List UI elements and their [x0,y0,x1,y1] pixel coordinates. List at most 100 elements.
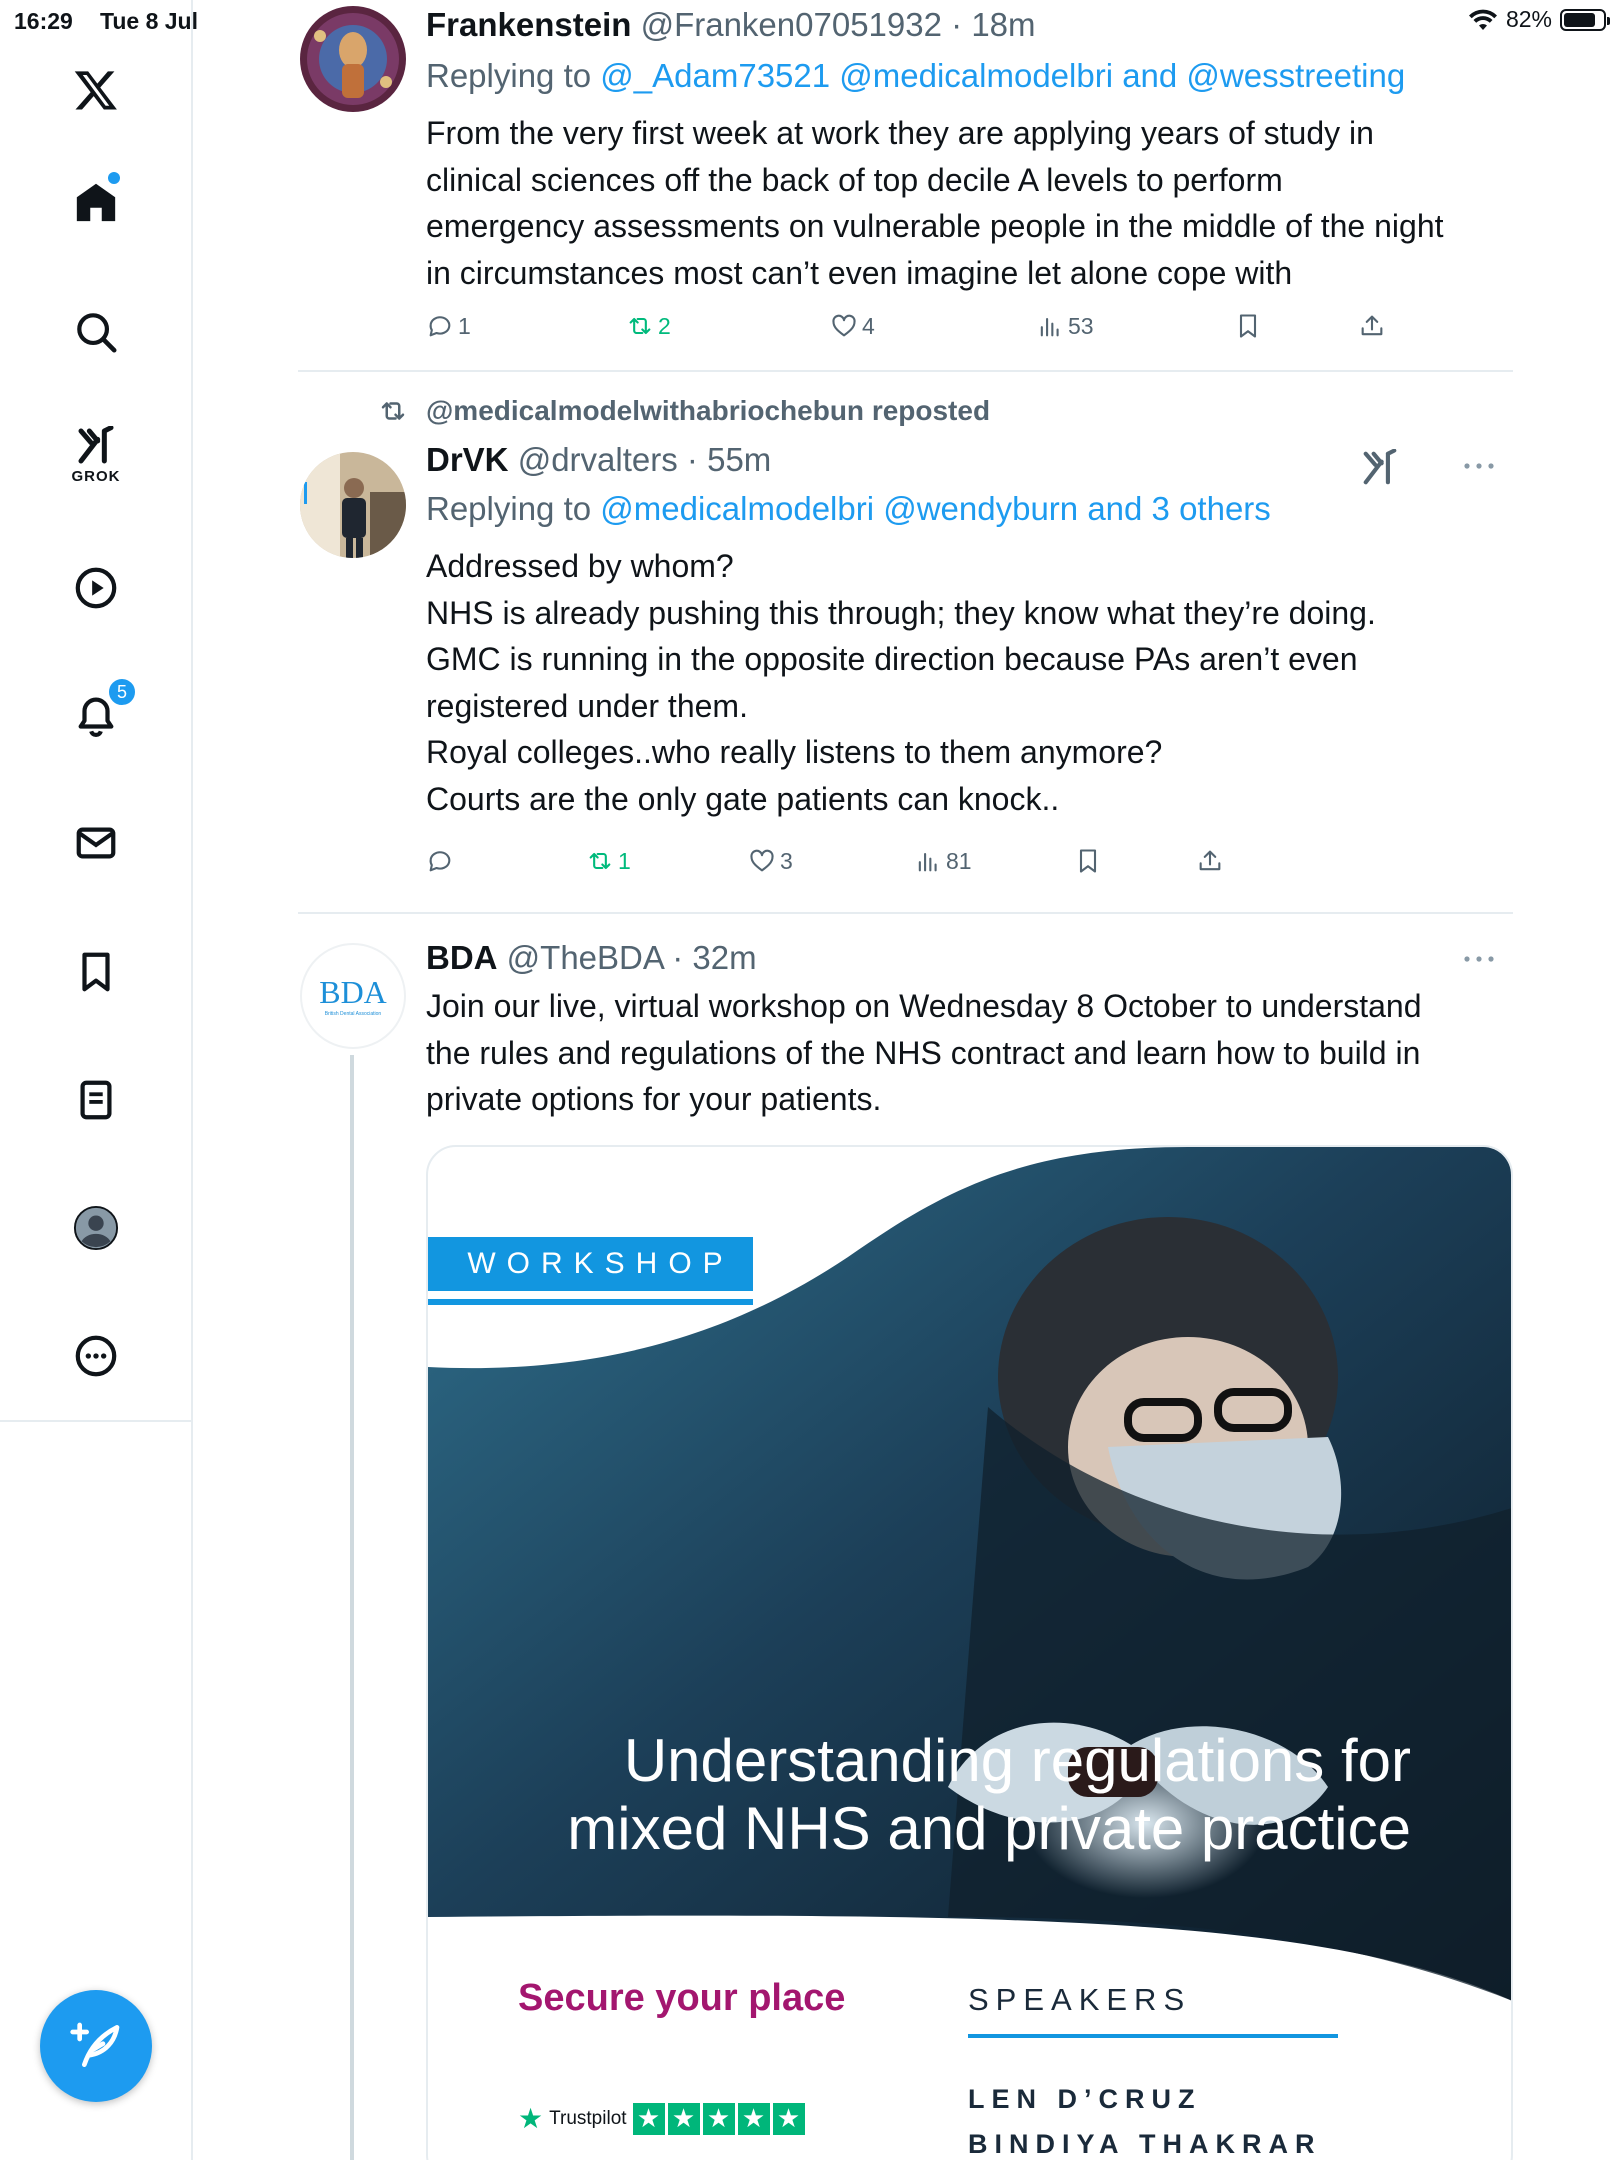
nav-video[interactable] [56,548,136,628]
author-handle[interactable]: @TheBDA [507,939,663,976]
nav-more[interactable] [56,1316,136,1396]
bookmark-button[interactable] [1074,847,1102,875]
reply-button[interactable] [426,847,458,875]
like-button[interactable]: 3 [748,847,793,875]
tweet-text-line: GMC is running in the opposite direction… [426,641,1358,677]
share-button[interactable] [1358,312,1386,340]
like-button[interactable]: 4 [830,312,875,340]
replying-to-mentions[interactable]: @_Adam73521 @medicalmodelbri and @wesstr… [600,57,1405,94]
reply-icon [429,851,451,872]
avatar[interactable] [300,452,406,558]
nav-lists[interactable] [56,1060,136,1140]
compose-post-button[interactable] [40,1990,152,2102]
heart-icon [832,314,856,337]
media-image[interactable]: WORKSHOP Understanding regulations for m… [426,1145,1513,2160]
bookmark-icon [1239,314,1257,338]
reply-button[interactable]: 1 [426,312,471,340]
x-logo-icon [74,71,117,110]
post-time[interactable]: 32m [692,939,756,976]
grok-icon [78,425,114,463]
avatar[interactable]: BDA British Dental Association [300,943,406,1049]
nav-profile[interactable] [56,1188,136,1268]
replying-to-label: Replying to [426,57,592,94]
bda-logo-text: BDA [319,973,387,1010]
grok-explain-button[interactable] [1357,449,1403,485]
views-icon [1040,317,1059,337]
author-handle[interactable]: @Franken07051932 [641,6,942,43]
trustpilot-star-icon: ★ [518,2103,544,2134]
tweet-text: From the very first week at work they ar… [426,110,1513,296]
tweet-text-line: Royal colleges..who really listens to th… [426,734,1163,770]
tweet-actions: 1 3 81 [426,847,1513,887]
reply-icon [429,316,451,337]
repost-count: 2 [658,312,671,339]
tweet-text-line: emergency assessments on vulnerable peop… [426,208,1444,244]
media-headline-line: Understanding regulations for [623,1727,1411,1794]
repost-context[interactable]: @medicalmodelwithabriochebun reposted [378,395,990,427]
nav-explore[interactable] [56,292,136,372]
x-logo-button[interactable] [56,50,136,130]
more-circle-icon [75,1335,117,1377]
trustpilot-rating: ★ ★ ★ ★ ★ [632,2102,805,2135]
play-icon [75,567,117,609]
avatar-icon [73,1205,119,1251]
tweet-more-button[interactable] [1459,944,1499,974]
separator-dot: · [672,939,684,976]
avatar[interactable] [300,6,406,112]
nav-home[interactable] [56,162,136,242]
speakers-underline [968,2034,1338,2038]
repost-button[interactable]: 2 [626,312,671,340]
tweet-more-button[interactable] [1459,451,1499,481]
tweet-text-line: Courts are the only gate patients can kn… [426,780,1060,817]
more-dots-icon [1464,956,1494,962]
tweet-text-line: NHS is already pushing this through; the… [426,594,1376,631]
grok-icon [1363,449,1397,485]
repost-icon [629,317,651,335]
tweet-header: BDA @TheBDA · 32m [426,937,1513,979]
trustpilot-star-icon: ★ [737,2102,770,2135]
list-icon [80,1080,112,1120]
views-icon [918,852,937,872]
post-time[interactable]: 55m [707,441,771,478]
sidebar-divider [0,1420,193,1422]
tweet-body: DrVK @drvalters · 55m Replying to @medic… [426,439,1513,822]
nav-bookmarks[interactable] [56,932,136,1012]
author-name[interactable]: DrVK [426,441,509,478]
secure-your-place-text: Secure your place [518,1977,846,2019]
tweet-divider [298,370,1513,372]
tweet-text-line: private options for your patients. [426,1081,882,1117]
trustpilot-star-icon: ★ [702,2102,735,2135]
author-name[interactable]: Frankenstein [426,6,631,43]
tweet-actions: 1 2 4 53 [426,312,1513,352]
tweet-header: Frankenstein @Franken07051932 · 18m [426,4,1513,46]
tweet-text-line: Addressed by whom? [426,548,734,584]
tweet-header: DrVK @drvalters · 55m [426,439,1513,481]
views-count: 53 [1068,312,1094,339]
post-time[interactable]: 18m [971,6,1035,43]
nav-notifications[interactable]: 5 [56,675,137,755]
feather-plus-icon [70,2022,120,2067]
nav-messages[interactable] [56,803,136,883]
tweet-divider [298,912,1513,914]
views-button[interactable]: 53 [1036,312,1094,340]
notifications-badge: 5 [107,677,137,707]
separator-dot: · [686,441,698,478]
replying-to-mentions[interactable]: @medicalmodelbri @wendyburn and 3 others [600,490,1271,527]
author-name[interactable]: BDA [426,939,498,976]
tweet-text-line: clinical sciences off the back of top de… [426,161,1283,198]
repost-button[interactable]: 1 [586,847,631,875]
home-unread-dot [108,172,120,184]
trustpilot-label: Trustpilot [549,2107,627,2129]
bookmark-button[interactable] [1234,312,1262,340]
home-icon [76,183,116,222]
more-dots-icon [1464,463,1494,469]
share-button[interactable] [1196,847,1224,875]
sidebar: GROK 5 [0,0,193,2160]
views-button[interactable]: 81 [914,847,972,875]
author-handle[interactable]: @drvalters [518,441,678,478]
tweet-text-line: Join our live, virtual workshop on Wedne… [426,988,1422,1024]
replying-to: Replying to @medicalmodelbri @wendyburn … [426,487,1513,531]
repost-icon [381,402,405,420]
media-headline-line: mixed NHS and private practice [567,1795,1411,1862]
nav-grok[interactable]: GROK [56,415,136,495]
